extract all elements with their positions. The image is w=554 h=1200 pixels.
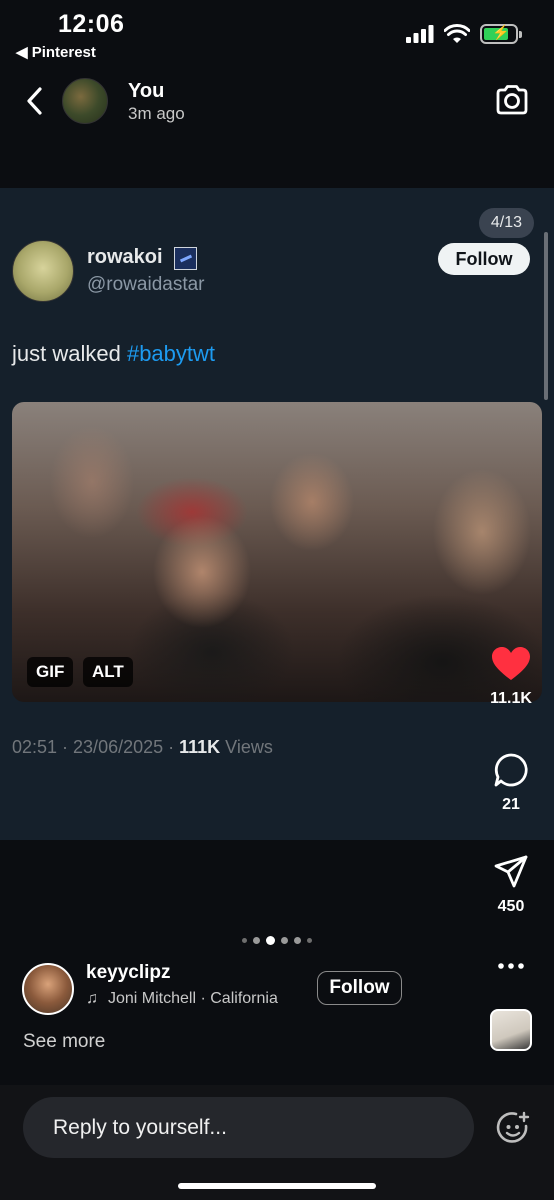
share-count: 450 — [497, 898, 525, 915]
tweet-meta: 02:51 · 23/06/2025 · 111K Views — [12, 737, 273, 758]
scrollbar[interactable] — [544, 232, 548, 400]
views-count: 111K — [179, 737, 221, 757]
comment-action[interactable]: 21 — [481, 752, 541, 814]
author-avatar[interactable] — [12, 240, 74, 302]
music-cover-art[interactable] — [490, 1009, 532, 1051]
gif-badge: GIF — [27, 657, 74, 687]
home-indicator[interactable] — [178, 1183, 376, 1189]
more-action[interactable] — [481, 960, 541, 972]
follow-music-user-button[interactable]: Follow — [317, 971, 402, 1005]
back-chevron-icon[interactable] — [22, 84, 48, 118]
profile-badge-icon — [174, 247, 197, 270]
back-to-app-link[interactable]: ◀ Pinterest — [16, 43, 96, 61]
see-more-link[interactable]: See more — [23, 1031, 105, 1053]
author-handle[interactable]: @rowaidastar — [87, 274, 205, 296]
cellular-signal-icon — [406, 25, 434, 43]
alt-badge[interactable]: ALT — [83, 657, 133, 687]
pagination-dot — [253, 937, 260, 944]
music-user-avatar[interactable] — [22, 963, 74, 1015]
status-time: 12:06 — [58, 10, 125, 38]
pagination-dot-active — [266, 936, 275, 945]
more-icon[interactable] — [496, 960, 526, 972]
comment-count: 21 — [502, 796, 520, 813]
page-counter: 4/13 — [478, 208, 534, 238]
status-icons: ⚡ — [406, 24, 522, 44]
hashtag-link[interactable]: #babytwt — [127, 341, 215, 366]
follow-author-button[interactable]: Follow — [438, 243, 530, 275]
pagination-dot — [242, 938, 247, 943]
sticker-icon[interactable] — [496, 1110, 532, 1146]
pagination-dot — [307, 938, 312, 943]
story-avatar[interactable] — [62, 78, 108, 124]
comment-icon[interactable] — [493, 752, 529, 788]
tweet-timestamp: 02:51 · 23/06/2025 · — [12, 737, 180, 757]
views-label: Views — [220, 737, 273, 757]
author-name[interactable]: rowakoi — [87, 246, 163, 269]
heart-icon[interactable] — [491, 646, 531, 682]
pagination-dot — [294, 937, 301, 944]
battery-charging-icon: ⚡ — [480, 24, 522, 44]
tweet-text: just walked #babytwt — [12, 341, 215, 367]
camera-icon[interactable] — [494, 82, 530, 118]
pagination-dot — [281, 937, 288, 944]
music-track[interactable]: Joni Mitchell · California — [108, 990, 278, 1008]
story-username[interactable]: You — [128, 80, 164, 103]
music-note-icon: ♫ — [86, 990, 98, 1007]
like-count: 11.1K — [490, 690, 532, 707]
tweet-text-body: just walked — [12, 341, 127, 366]
carousel-pagination — [0, 936, 554, 945]
share-action[interactable]: 450 — [481, 854, 541, 916]
music-username[interactable]: keyyclipz — [86, 962, 171, 984]
wifi-icon — [444, 24, 470, 43]
like-action[interactable]: 11.1K — [481, 646, 541, 708]
story-time-ago: 3m ago — [128, 104, 185, 123]
reply-input[interactable]: Reply to yourself... — [23, 1097, 474, 1158]
send-icon[interactable] — [493, 854, 529, 890]
